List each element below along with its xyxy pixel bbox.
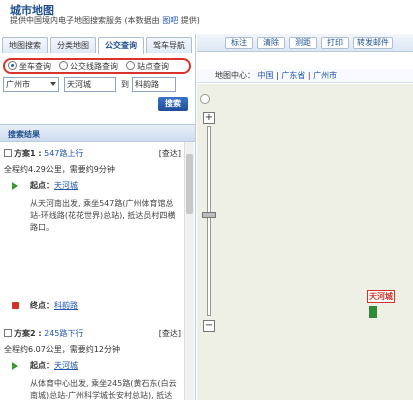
end-label: 终点： [30, 301, 54, 310]
radio-stop-query[interactable]: 站点查询 [126, 60, 169, 72]
map-toolbar: 标注 清除 测距 打印 转发邮件 [197, 34, 413, 52]
clear-button[interactable]: 清除 [257, 37, 285, 49]
radio-button[interactable] [8, 60, 17, 70]
zoom-in-button[interactable]: + [203, 112, 215, 124]
tab-driving-nav[interactable]: 驾车导航 [146, 37, 192, 53]
plan-description: 从体育中心出发, 乘坐245路(黄石东(白云南城)总站-广州科学城长安村总站),… [30, 379, 177, 400]
start-step: 起点：天河城 [30, 180, 195, 191]
tab-transit-query[interactable]: 公交查询 [98, 37, 144, 54]
plan-summary: 全程约6.07公里，需要约12分钟 [4, 345, 120, 354]
end-stop-link[interactable]: 科韵路 [54, 301, 78, 310]
results-list: 方案1 : 547路上行 [查达] 全程约4.29公里，需要约9分钟 起点：天河… [0, 142, 195, 400]
results-title: 搜索结果 [8, 130, 40, 139]
pan-control-icon[interactable] [200, 94, 210, 104]
map-breadcrumb: 地图中心： 中国 | 广东省 | 广州市 [197, 69, 413, 83]
zoom-slider-handle[interactable] [202, 212, 216, 218]
start-label: 起点： [30, 361, 54, 370]
start-play-icon [12, 182, 18, 190]
forward-email-button[interactable]: 转发邮件 [353, 37, 393, 49]
radio-button[interactable] [59, 60, 68, 70]
plan-detail-link[interactable]: [查达] [159, 328, 181, 339]
radio-button[interactable] [126, 60, 135, 70]
destination-flag-icon[interactable] [369, 306, 377, 318]
to-input[interactable]: 科韵路 [132, 77, 176, 92]
query-type-group: 坐车查询 公交线路查询 站点查询 [3, 58, 191, 74]
plan-heading: 方案2 : 245路下行 [4, 328, 83, 340]
plan-route-link[interactable]: 245路下行 [44, 329, 83, 338]
plan-route-link[interactable]: 547路上行 [44, 149, 83, 158]
radio-label: 站点查询 [137, 61, 169, 71]
scrollbar-thumb[interactable] [186, 154, 193, 214]
chevron-down-icon [50, 82, 56, 86]
tab-category-map[interactable]: 分类地图 [50, 37, 96, 53]
subtitle-text-before: 提供中国境内电子地图搜索服务 (本数据由 [10, 16, 163, 25]
search-panel: 地图搜索 分类地图 公交查询 驾车导航 坐车查询 公交线路查询 站点查询 广州市… [0, 34, 196, 400]
results-scrollbar[interactable] [184, 142, 194, 400]
plan-name: 方案2 : [14, 329, 42, 338]
radio-label: 坐车查询 [19, 61, 51, 71]
measure-button[interactable]: 测距 [289, 37, 317, 49]
plan-detail-link[interactable]: [查达] [159, 148, 181, 159]
zoom-out-button[interactable]: − [203, 320, 215, 332]
data-provider-link[interactable]: 图吧 [162, 16, 178, 25]
zoom-slider-track[interactable] [207, 126, 211, 316]
start-stop-link[interactable]: 天河城 [54, 361, 78, 370]
from-input[interactable]: 天河城 [64, 77, 116, 92]
start-label: 起点： [30, 181, 54, 190]
plan-checkbox[interactable] [4, 149, 12, 157]
crumb-city[interactable]: 广州市 [313, 71, 337, 80]
app-subtitle: 提供中国境内电子地图搜索服务 (本数据由 图吧 提供) [10, 15, 200, 26]
crumb-prefix: 地图中心： [215, 71, 255, 80]
end-stop-icon [12, 302, 19, 309]
plan-heading: 方案1 : 547路上行 [4, 148, 83, 160]
search-tabs: 地图搜索 分类地图 公交查询 驾车导航 [2, 37, 194, 54]
mark-button[interactable]: 标注 [225, 37, 253, 49]
tab-map-search[interactable]: 地图搜索 [2, 37, 48, 53]
start-step: 起点：天河城 [30, 360, 195, 371]
plan-checkbox[interactable] [4, 329, 12, 337]
city-select[interactable]: 广州市 [3, 77, 59, 92]
crumb-country[interactable]: 中国 [258, 71, 274, 80]
route-form: 广州市 天河城 到 科韵路 [3, 77, 176, 92]
page-header: 城市地图 提供中国境内电子地图搜索服务 (本数据由 图吧 提供) [0, 0, 413, 34]
to-label: 到 [121, 80, 129, 89]
search-button[interactable]: 搜索 [158, 97, 188, 111]
map-canvas[interactable]: + − 天河城 [197, 84, 413, 400]
plan-name: 方案1 : [14, 149, 42, 158]
radio-line-query[interactable]: 公交线路查询 [59, 60, 118, 72]
start-play-icon [12, 362, 18, 370]
radio-label: 公交线路查询 [70, 61, 118, 71]
subtitle-text-after: 提供) [178, 16, 200, 25]
print-button[interactable]: 打印 [321, 37, 349, 49]
end-step: 终点：科韵路 [30, 300, 195, 311]
map-panel: 标注 清除 测距 打印 转发邮件 地图中心： 中国 | 广东省 | 广州市 + … [197, 34, 413, 400]
start-stop-link[interactable]: 天河城 [54, 181, 78, 190]
city-select-value: 广州市 [6, 80, 30, 89]
radio-ride-query[interactable]: 坐车查询 [8, 60, 51, 72]
crumb-province[interactable]: 广东省 [281, 71, 305, 80]
results-header: 搜索结果 [0, 124, 195, 142]
destination-marker-label[interactable]: 天河城 [367, 290, 395, 303]
plan-description: 从天河南出发, 乘坐547路(广州体育馆总站-环线路(花花世界)总站), 抵达员… [30, 199, 176, 232]
plan-summary: 全程约4.29公里，需要约9分钟 [4, 165, 115, 174]
